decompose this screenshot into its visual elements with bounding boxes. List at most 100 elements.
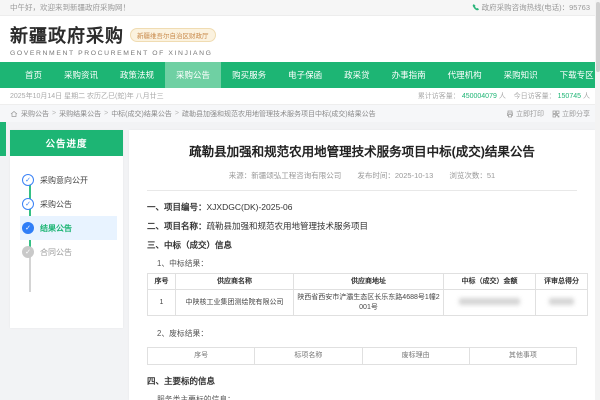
step-result-announcement[interactable]: ✓ 结果公告 (20, 216, 117, 240)
total-visitors-value: 450004079 (462, 93, 497, 100)
col-reason: 废标理由 (362, 348, 469, 364)
announcement-article: 疏勒县加强和规范农用地管理技术服务项目中标(成交)结果公告 来源：新疆颂弘工程咨… (129, 130, 595, 400)
breadcrumb-link-1[interactable]: 采购公告 (21, 109, 49, 119)
nav-item-policy[interactable]: 政策法规 (109, 62, 165, 88)
project-name-value: 疏勒县加强和规范农用地管理技术服务项目 (207, 221, 369, 231)
breadcrumb-bar: 采购公告> 采购结果公告> 中标(成交)结果公告> 疏勒县加强和规范农用地管理技… (0, 104, 600, 122)
total-visitors-label: 累计访客量： (418, 93, 460, 100)
printer-icon (506, 110, 514, 118)
service-subject-subheading: 服务类主要标的信息： (157, 394, 577, 400)
check-circle-icon: ✓ (22, 198, 34, 210)
logo-title: 新疆政府采购 (10, 22, 124, 48)
left-edge-accent (0, 122, 6, 156)
share-label: 立即分享 (562, 109, 590, 119)
share-icon (552, 110, 560, 118)
article-view-count: 浏览次数：51 (449, 171, 495, 180)
breadcrumb-separator: > (104, 110, 108, 117)
phone-icon (472, 4, 479, 11)
col-other: 其他事项 (469, 348, 576, 364)
today-visitors-unit: 人 (583, 93, 590, 100)
nav-item-home[interactable]: 首页 (14, 62, 53, 88)
divider (147, 190, 577, 191)
cell-no: 1 (148, 290, 176, 316)
total-visitors-unit: 人 (499, 93, 506, 100)
progress-sidebar: 公告进度 ✓ 采购意向公开 ✓ 采购公告 ✓ 结果公告 ✓ 合同公告 (10, 130, 123, 328)
logo[interactable]: 新疆政府采购 新疆维吾尔自治区财政厅 GOVERNMENT PROCUREMEN… (10, 22, 216, 57)
cell-address: 陕西省西安市浐灞生态区长乐东路4688号1幢2001号 (294, 290, 444, 316)
section-award-info: 三、中标（成交）信息 (147, 239, 577, 251)
breadcrumb-current: 疏勒县加强和规范农用地管理技术服务项目中标(成交)结果公告 (182, 109, 376, 119)
visitor-stats: 累计访客量：450004079人 今日访客量：150745人 (418, 91, 590, 101)
col-amount: 中标（成交）金额 (444, 273, 536, 289)
nav-item-purchase-service[interactable]: 购买服务 (221, 62, 277, 88)
hotline-text: 政府采购咨询热线(电话)：95763 (482, 2, 590, 13)
cell-score-redacted (536, 290, 588, 316)
nav-item-news[interactable]: 采购资讯 (53, 62, 109, 88)
section-label: 四、主要标的信息 (147, 376, 215, 386)
nav-item-downloads[interactable]: 下载专区 (549, 62, 600, 88)
step-label: 结果公告 (40, 223, 72, 234)
breadcrumb: 采购公告> 采购结果公告> 中标(成交)结果公告> 疏勒县加强和规范农用地管理技… (10, 109, 376, 119)
section-label: 一、项目编号： (147, 202, 207, 212)
breadcrumb-link-2[interactable]: 采购结果公告 (59, 109, 101, 119)
col-score: 评审总得分 (536, 273, 588, 289)
cell-supplier: 中陕核工业集团测绘院有限公司 (176, 290, 294, 316)
print-label: 立即打印 (516, 109, 544, 119)
site-header: 新疆政府采购 新疆维吾尔自治区财政厅 GOVERNMENT PROCUREMEN… (0, 16, 600, 62)
nav-item-knowledge[interactable]: 采购知识 (493, 62, 549, 88)
section-label: 二、项目名称： (147, 221, 207, 231)
scrollbar-thumb[interactable] (596, 2, 600, 72)
today-visitors-value: 150745 (558, 93, 581, 100)
cell-amount-redacted (444, 290, 536, 316)
breadcrumb-link-3[interactable]: 中标(成交)结果公告 (111, 109, 172, 119)
article-title: 疏勒县加强和规范农用地管理技术服务项目中标(成交)结果公告 (147, 144, 577, 161)
table-header-row: 序号 供应商名称 供应商地址 中标（成交）金额 评审总得分 (148, 273, 588, 289)
nav-item-e-guarantee[interactable]: 电子保函 (277, 62, 333, 88)
section-label: 三、中标（成交）信息 (147, 240, 232, 250)
nav-item-guide[interactable]: 办事指南 (381, 62, 437, 88)
section-project-number: 一、项目编号：XJXDGC(DK)-2025-06 (147, 201, 577, 213)
info-bar: 2025年10月14日 星期二 农历乙巳(蛇)年 八月廿三 累计访客量：4500… (0, 88, 600, 104)
col-item-name: 标项名称 (255, 348, 362, 364)
progress-steps: ✓ 采购意向公开 ✓ 采购公告 ✓ 结果公告 ✓ 合同公告 (10, 156, 123, 268)
progress-title: 公告进度 (10, 130, 123, 156)
share-button[interactable]: 立即分享 (552, 109, 590, 119)
nav-item-loan[interactable]: 政采贷 (333, 62, 381, 88)
award-result-table: 序号 供应商名称 供应商地址 中标（成交）金额 评审总得分 1 中陕核工业集团测… (147, 273, 588, 316)
welcome-text: 中午好，欢迎来到新疆政府采购网！ (10, 2, 130, 13)
article-source: 来源：新疆颂弘工程咨询有限公司 (229, 171, 342, 180)
col-no: 序号 (148, 273, 176, 289)
print-button[interactable]: 立即打印 (506, 109, 544, 119)
redacted-value (459, 298, 520, 305)
col-address: 供应商地址 (294, 273, 444, 289)
finance-dept-badge: 新疆维吾尔自治区财政厅 (130, 28, 216, 42)
check-circle-icon: ✓ (22, 174, 34, 186)
check-circle-gray-icon: ✓ (22, 246, 34, 258)
today-visitors-label: 今日访客量： (514, 93, 556, 100)
col-supplier: 供应商名称 (176, 273, 294, 289)
nav-item-announcements[interactable]: 采购公告 (165, 62, 221, 88)
col-no: 序号 (148, 348, 255, 364)
section-project-name: 二、项目名称：疏勒县加强和规范农用地管理技术服务项目 (147, 220, 577, 232)
scrollbar-track[interactable] (595, 0, 600, 400)
date-text: 2025年10月14日 星期二 农历乙巳(蛇)年 八月廿三 (10, 91, 164, 101)
article-publish-time: 发布时间：2025-10-13 (357, 171, 433, 180)
invalid-bid-table: 序号 标项名称 废标理由 其他事项 (147, 347, 577, 364)
table-header-row: 序号 标项名称 废标理由 其他事项 (148, 348, 577, 364)
article-meta: 来源：新疆颂弘工程咨询有限公司 发布时间：2025-10-13 浏览次数：51 (147, 170, 577, 181)
breadcrumb-separator: > (52, 110, 56, 117)
home-icon (10, 110, 18, 118)
table-row: 1 中陕核工业集团测绘院有限公司 陕西省西安市浐灞生态区长乐东路4688号1幢2… (148, 290, 588, 316)
redacted-value (549, 298, 575, 305)
step-procurement-announcement[interactable]: ✓ 采购公告 (20, 192, 123, 216)
step-label: 合同公告 (40, 247, 72, 258)
top-utility-bar: 中午好，欢迎来到新疆政府采购网！ 政府采购咨询热线(电话)：95763 (0, 0, 600, 16)
breadcrumb-separator: > (175, 110, 179, 117)
step-label: 采购公告 (40, 199, 72, 210)
nav-item-agency[interactable]: 代理机构 (437, 62, 493, 88)
step-contract-announcement[interactable]: ✓ 合同公告 (20, 240, 123, 264)
check-circle-filled-icon: ✓ (22, 222, 34, 234)
step-intention-public[interactable]: ✓ 采购意向公开 (20, 168, 123, 192)
project-number-value: XJXDGC(DK)-2025-06 (207, 202, 293, 212)
invalid-bid-subheading: 2、废标结果： (157, 328, 577, 339)
